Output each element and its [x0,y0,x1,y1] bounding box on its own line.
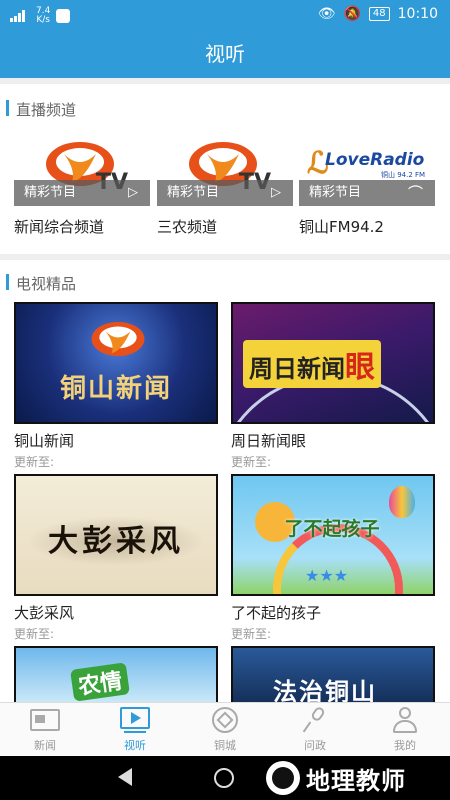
radio-logo-sub: 铜山 94.2 FM [381,171,426,179]
status-bar: 7.4 K/s 👁 🔕 48 10:10 [0,0,450,30]
channel-overlay: 精彩节目 ▷ [157,180,293,206]
play-icon[interactable]: ▷ [271,180,281,206]
tab-label: 铜城 [214,739,236,752]
program-update: 更新至: [231,627,272,641]
program-thumbnail: 了不起孩子 ★★★ [231,474,435,596]
program-thumb-title: 大彭采风 [48,524,184,559]
section-accent-bar [6,274,9,290]
tab-city[interactable]: 铜城 [180,707,270,753]
section-accent-bar [6,100,9,116]
mute-icon: 🔕 [343,6,361,22]
microphone-icon [300,705,330,733]
tab-label: 视听 [124,739,146,752]
program-thumb-text: 周日新闻 [249,355,345,383]
tab-label: 新闻 [34,739,56,752]
page-title: 视听 [0,30,450,78]
program-card[interactable]: 周日新闻眼 周日新闻眼 更新至: [231,302,435,470]
program-update: 更新至: [14,627,55,641]
program-update: 更新至: [14,455,55,469]
radio-logo-text: LoveRadio [325,150,425,170]
tab-politics[interactable]: 问政 [270,705,360,753]
program-thumb-title: 法治铜山 [273,678,377,702]
overlay-label: 精彩节目 [167,185,220,200]
program-card[interactable]: 了不起孩子 ★★★ 了不起的孩子 更新至: [231,474,435,642]
program-thumb-title: 周日新闻眼 [243,340,381,388]
program-thumb-accent: 眼 [345,350,375,385]
program-update: 更新至: [231,455,272,469]
newspaper-icon [30,707,60,733]
bottom-tab-bar: 新闻 视听 铜城 问政 我的 [0,702,450,756]
programs-section-header: 电视精品 [0,264,450,300]
divider [0,254,450,260]
user-icon [390,707,420,733]
program-thumbnail: 农情 [14,646,218,702]
signal-icon [10,10,30,22]
clock: 10:10 [397,6,438,22]
stars-graphic: ★★★ [305,566,349,585]
channel-thumbnail: ℒ LoveRadio 铜山 94.2 FM 精彩节目 ⌒ [299,140,435,206]
live-section-header: 直播频道 [0,90,450,126]
channel-overlay: 精彩节目 ⌒ [299,180,435,206]
balloon-icon [389,486,415,518]
notification-icon [56,9,71,23]
program-name: 大彭采风 [14,604,75,622]
tab-news[interactable]: 新闻 [0,707,90,753]
tab-mine[interactable]: 我的 [360,707,450,753]
headphones-icon[interactable]: ⌒ [408,180,423,206]
program-card[interactable]: 法治铜山 [231,646,435,702]
system-nav-bar: 地理教师 [0,756,450,800]
channel-thumbnail: TV 精彩节目 ▷ [157,140,293,206]
program-thumb-title: 了不起孩子 [284,518,380,540]
program-card[interactable]: 大彭采风 大彭采风 更新至: [14,474,218,642]
play-video-icon [120,707,150,733]
network-speed: 7.4 K/s [36,6,51,25]
tab-video[interactable]: 视听 [90,707,180,753]
program-thumb-title: 铜山新闻 [59,374,172,404]
city-emblem-icon [210,707,240,733]
tab-label: 问政 [304,739,326,752]
channel-card[interactable]: TV 精彩节目 ▷ 三农频道 [157,140,293,237]
watermark: 地理教师 [266,760,406,796]
divider [0,78,450,84]
channel-card[interactable]: TV 精彩节目 ▷ 新闻综合频道 [14,140,150,237]
tab-label: 我的 [394,739,416,752]
channel-card[interactable]: ℒ LoveRadio 铜山 94.2 FM 精彩节目 ⌒ 铜山FM94.2 [299,140,435,237]
live-section-title: 直播频道 [16,101,77,119]
program-thumbnail: 铜山新闻 [14,302,218,424]
program-card[interactable]: 铜山新闻 铜山新闻 更新至: [14,302,218,470]
globe-icon [266,761,300,795]
back-button[interactable] [118,768,132,786]
channel-name: 新闻综合频道 [14,218,105,236]
play-icon[interactable]: ▷ [128,180,138,206]
programs-section-title: 电视精品 [16,275,77,293]
station-logo-icon [91,321,145,357]
program-name: 了不起的孩子 [231,604,322,622]
radio-logo: ℒ LoveRadio 铜山 94.2 FM [307,146,426,181]
program-card[interactable]: 农情 [14,646,218,702]
eye-icon: 👁 [317,6,336,22]
program-thumbnail: 大彭采风 [14,474,218,596]
home-button[interactable] [214,768,234,788]
program-name: 铜山新闻 [14,432,75,450]
channel-name: 三农频道 [157,218,218,236]
battery-indicator: 48 [368,7,390,21]
channel-thumbnail: TV 精彩节目 ▷ [14,140,150,206]
program-thumb-title: 农情 [70,662,130,702]
program-name: 周日新闻眼 [231,432,307,450]
program-thumbnail: 周日新闻眼 [231,302,435,424]
channel-name: 铜山FM94.2 [299,218,384,236]
overlay-label: 精彩节目 [24,185,77,200]
channel-overlay: 精彩节目 ▷ [14,180,150,206]
overlay-label: 精彩节目 [309,185,362,200]
watermark-text: 地理教师 [306,766,406,795]
program-thumbnail: 法治铜山 [231,646,435,702]
